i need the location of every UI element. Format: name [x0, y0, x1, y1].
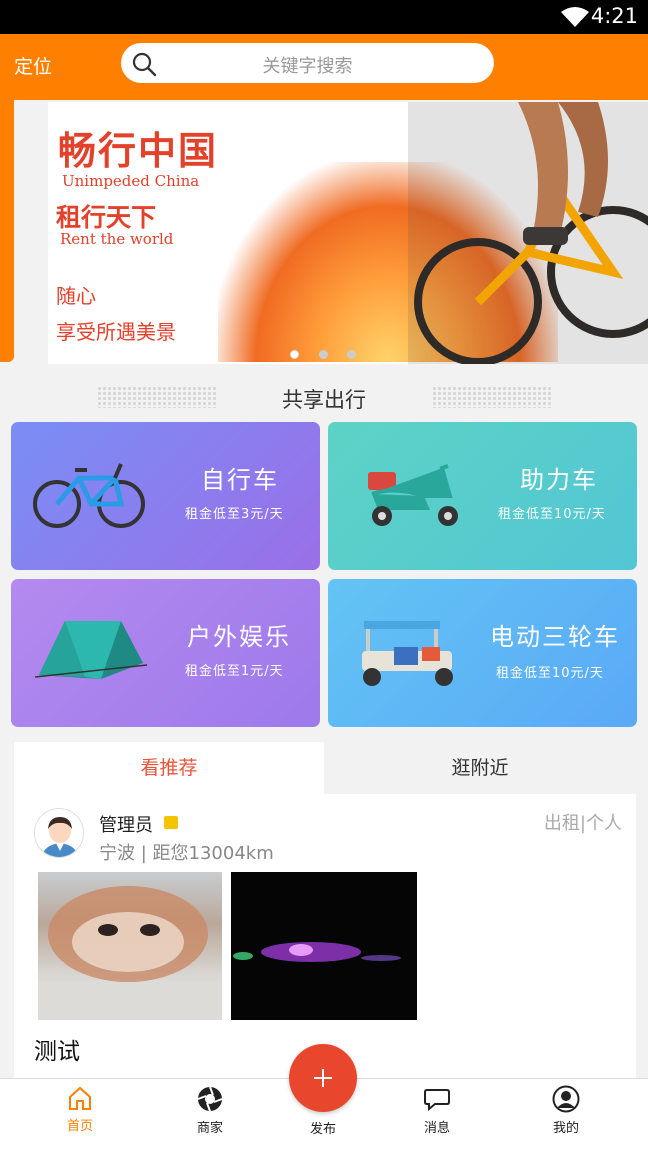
post-type: 出租|个人 [543, 813, 622, 834]
category-name: 户外娱乐 [187, 623, 291, 651]
nav-merchants[interactable]: 商家 [175, 1085, 245, 1136]
status-bar: 4:21 [0, 0, 648, 34]
banner-line-3: 随心 [56, 284, 96, 308]
bicycle-icon [33, 463, 145, 528]
tent-icon [34, 621, 148, 679]
carousel-dot[interactable] [347, 350, 356, 359]
user-avatar-icon [35, 809, 83, 857]
category-card-bicycle[interactable]: 自行车 租金低至3元/天 [11, 422, 320, 570]
category-card-scooter[interactable]: 助力车 租金低至10元/天 [328, 422, 637, 570]
location-button[interactable]: 定位 [14, 52, 52, 79]
status-time: 4:21 [590, 4, 638, 28]
nav-messages[interactable]: 消息 [402, 1085, 472, 1136]
category-name: 自行车 [201, 466, 279, 494]
post-photo-2 [233, 942, 401, 962]
banner-title-en: Unimpeded China [62, 172, 200, 190]
category-card-outdoor[interactable]: 户外娱乐 租金低至1元/天 [11, 579, 320, 727]
tuktuk-icon [362, 621, 453, 686]
nav-home[interactable]: 首页 [45, 1085, 115, 1134]
category-card-tricycle[interactable]: 电动三轮车 租金低至10元/天 [328, 579, 637, 727]
category-price: 租金低至3元/天 [185, 507, 284, 522]
banner-line-4: 享受所遇美景 [56, 320, 176, 344]
post-photo-1 [38, 886, 222, 1020]
banner-bicycle-image [408, 102, 648, 364]
nav-label: 消息 [423, 1121, 450, 1136]
banner-subtitle: 租行天下 [56, 203, 157, 232]
section-title: 共享出行 [282, 388, 366, 412]
category-price: 租金低至10元/天 [498, 507, 606, 522]
verified-badge-icon [164, 816, 178, 829]
nav-mine[interactable]: 我的 [531, 1085, 601, 1136]
tab-recommend[interactable]: 看推荐 [14, 742, 324, 794]
nav-label: 我的 [552, 1121, 579, 1136]
header-side-accent [0, 100, 14, 362]
feed-tabs: 看推荐 逛附近 [14, 742, 636, 794]
aperture-icon [197, 1086, 223, 1112]
nav-label: 首页 [66, 1119, 93, 1134]
post-title: 测试 [34, 1039, 80, 1065]
banner-title: 畅行中国 [58, 128, 219, 173]
search-input[interactable]: 关键字搜索 [121, 52, 494, 78]
chat-bubble-icon [424, 1089, 450, 1112]
category-name: 助力车 [520, 466, 598, 494]
post-location: 宁波 | 距您13004km [99, 843, 274, 864]
user-icon [552, 1085, 580, 1113]
home-icon [69, 1086, 91, 1110]
nav-label: 商家 [196, 1121, 223, 1136]
post-card[interactable]: 管理员 宁波 | 距您13004km 出租|个人 测试 [14, 794, 636, 1084]
publish-label: 发布 [309, 1122, 336, 1137]
carousel-dot[interactable] [290, 350, 299, 359]
tab-nearby[interactable]: 逛附近 [324, 742, 636, 794]
category-name: 电动三轮车 [490, 623, 620, 651]
carousel-dot[interactable] [319, 350, 328, 359]
post-image[interactable] [38, 872, 222, 1020]
publish-button[interactable] [289, 1044, 357, 1112]
search-bar[interactable]: 关键字搜索 [121, 43, 494, 83]
wifi-icon [561, 7, 589, 27]
post-username: 管理员 [99, 815, 153, 836]
scooter-icon [368, 464, 458, 526]
post-image[interactable] [231, 872, 417, 1020]
category-price: 租金低至10元/天 [496, 666, 604, 681]
banner-carousel[interactable]: 畅行中国 Unimpeded China 租行天下 Rent the world… [48, 102, 648, 364]
avatar[interactable] [34, 808, 84, 858]
banner-subtitle-en: Rent the world [60, 230, 174, 248]
category-price: 租金低至1元/天 [185, 664, 284, 679]
